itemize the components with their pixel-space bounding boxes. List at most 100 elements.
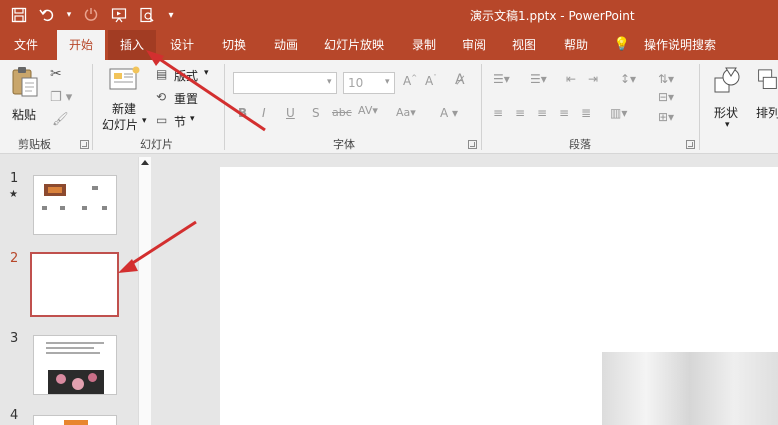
tab-record[interactable]: 录制	[402, 30, 446, 60]
separator	[224, 64, 225, 150]
slide-number: 2	[10, 251, 19, 266]
clear-formatting-icon[interactable]: A̷	[455, 72, 465, 88]
shapes-icon	[714, 67, 740, 93]
shadow-icon[interactable]: S	[312, 106, 320, 120]
columns-icon[interactable]: ▥▾	[610, 106, 627, 120]
redo-icon[interactable]	[80, 4, 102, 26]
section-button[interactable]: ▭ 节 ▾	[156, 113, 206, 131]
italic-icon[interactable]: I	[262, 106, 266, 120]
print-preview-icon[interactable]	[136, 4, 158, 26]
layout-label: 版式	[174, 69, 199, 83]
thumbnail-text	[42, 206, 47, 210]
thumbnail-text	[92, 186, 98, 190]
ribbon-home: 粘贴 ✂ ❐ ▾ 🖌 剪贴板 新建 幻灯片 ▾ ▤ 版式 ▾ ⟲ 重置 ▭ 节 …	[0, 60, 778, 154]
tab-insert[interactable]: 插入	[108, 30, 156, 60]
copy-icon[interactable]: ❐ ▾	[50, 90, 72, 105]
paste-label: 粘贴	[12, 108, 37, 122]
align-left-icon[interactable]: ≡	[493, 106, 503, 120]
thumbnail-text	[82, 206, 87, 210]
paragraph-dialog-launcher[interactable]	[686, 140, 695, 149]
chevron-down-icon: ▾	[327, 77, 332, 87]
thumbnail-image	[88, 373, 97, 382]
tell-me-search[interactable]: 操作说明搜索	[640, 30, 720, 60]
smartart-icon[interactable]: ⊞▾	[658, 110, 674, 124]
font-dialog-launcher[interactable]	[468, 140, 477, 149]
strikethrough-icon[interactable]: abc	[332, 106, 352, 119]
tab-animations[interactable]: 动画	[264, 30, 308, 60]
undo-icon[interactable]	[36, 4, 58, 26]
slide-thumbnail-1[interactable]	[33, 175, 117, 235]
align-right-icon[interactable]: ≡	[537, 106, 547, 120]
new-slide-label-1: 新建	[112, 102, 137, 116]
clipboard-icon	[12, 67, 38, 97]
justify-icon[interactable]: ≡	[559, 106, 569, 120]
document-title: 演示文稿1.pptx - PowerPoint	[470, 9, 635, 23]
reset-label: 重置	[174, 92, 199, 106]
cut-icon[interactable]: ✂	[50, 66, 62, 82]
change-case-icon[interactable]: Aa▾	[396, 106, 416, 119]
save-icon[interactable]	[8, 4, 30, 26]
slide-thumbnail-pane: 1 ★ 2 3 4	[0, 155, 152, 425]
increase-font-icon[interactable]: A^	[403, 74, 417, 88]
new-slide-button[interactable]: 新建 幻灯片 ▾	[100, 66, 150, 132]
align-center-icon[interactable]: ≡	[515, 106, 525, 120]
chevron-down-icon: ▾	[204, 68, 209, 78]
chevron-down-icon: ▾	[190, 114, 195, 124]
thumbnail-image	[48, 187, 62, 193]
format-painter-icon[interactable]: 🖌	[52, 112, 69, 127]
slides-group-label: 幻灯片	[140, 138, 173, 151]
tab-design[interactable]: 设计	[160, 30, 204, 60]
start-from-beginning-icon[interactable]	[108, 4, 130, 26]
reset-button[interactable]: ⟲ 重置	[156, 90, 206, 108]
slide-number: 4	[10, 408, 19, 423]
decrease-font-icon[interactable]: Aˇ	[425, 74, 437, 88]
tab-review[interactable]: 审阅	[452, 30, 496, 60]
thumbnail-text	[46, 347, 94, 349]
distributed-icon[interactable]: ≣	[581, 106, 591, 120]
slide-pane-scrollbar[interactable]	[138, 157, 151, 425]
thumbnail-text	[46, 352, 100, 354]
increase-indent-icon[interactable]: ⇥	[588, 72, 598, 86]
tab-home[interactable]: 开始	[57, 30, 105, 60]
font-color-icon[interactable]: A ▾	[440, 106, 458, 120]
slide-thumbnail-4[interactable]	[33, 415, 117, 425]
layout-button[interactable]: ▤ 版式 ▾	[156, 67, 216, 85]
tab-slide-show[interactable]: 幻灯片放映	[318, 30, 390, 60]
reset-icon: ⟲	[156, 90, 167, 104]
decrease-indent-icon[interactable]: ⇤	[566, 72, 576, 86]
numbering-icon[interactable]: ☰▾	[530, 72, 547, 86]
align-text-icon[interactable]: ⊟▾	[658, 90, 674, 104]
tab-view[interactable]: 视图	[502, 30, 546, 60]
scroll-up-arrow-icon[interactable]	[141, 160, 149, 165]
title-bar: ▾ ▾ 演示文稿1.pptx - PowerPoint	[0, 0, 778, 30]
paste-button[interactable]: 粘贴	[8, 66, 42, 124]
chevron-down-icon: ▾	[725, 120, 730, 130]
separator	[699, 64, 700, 150]
line-spacing-icon[interactable]: ↕▾	[620, 72, 636, 86]
thumbnail-image	[64, 420, 88, 425]
undo-dropdown-icon[interactable]: ▾	[64, 4, 74, 26]
bullets-icon[interactable]: ☰▾	[493, 72, 510, 86]
tab-help[interactable]: 帮助	[554, 30, 598, 60]
char-spacing-icon[interactable]: AV▾	[358, 104, 378, 117]
arrange-button[interactable]: 排列	[752, 66, 778, 132]
bold-icon[interactable]: B	[238, 106, 247, 120]
chevron-down-icon: ▾	[385, 77, 390, 87]
slide-thumbnail-2[interactable]	[30, 252, 119, 317]
thumbnail-text	[46, 342, 104, 344]
slide-canvas[interactable]	[220, 167, 778, 425]
paragraph-group-label: 段落	[569, 138, 591, 151]
slide-thumbnail-3[interactable]	[33, 335, 117, 395]
font-name-box[interactable]	[233, 72, 337, 94]
watermark-image	[602, 352, 778, 425]
text-direction-icon[interactable]: ⇅▾	[658, 72, 674, 86]
clipboard-group-label: 剪贴板	[18, 138, 51, 151]
clipboard-dialog-launcher[interactable]	[80, 140, 89, 149]
customize-qat-icon[interactable]: ▾	[164, 4, 178, 26]
arrange-icon	[758, 69, 777, 89]
tab-transitions[interactable]: 切换	[212, 30, 256, 60]
underline-icon[interactable]: U	[286, 106, 295, 120]
separator	[481, 64, 482, 150]
tab-file[interactable]: 文件	[4, 30, 48, 60]
shapes-button[interactable]: 形状 ▾	[706, 66, 750, 132]
